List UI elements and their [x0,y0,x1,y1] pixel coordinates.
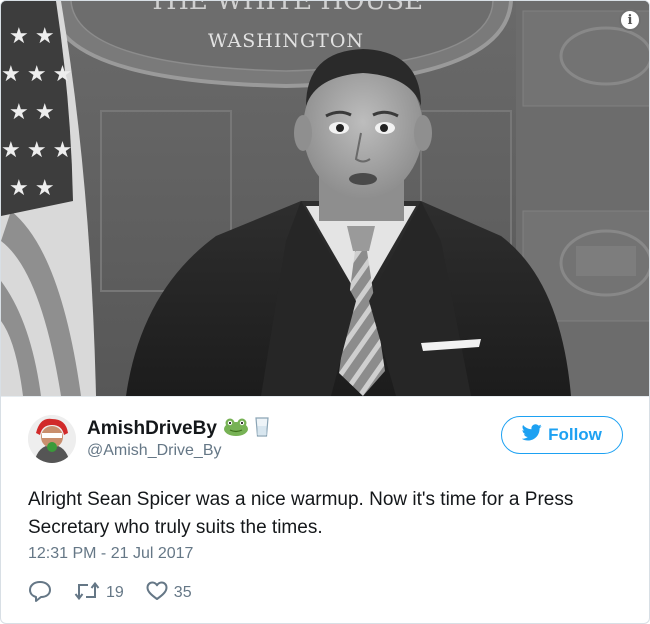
tweet-body: AmishDriveBy @Amish_Drive_By Follow Alri… [1,396,649,623]
reply-icon [28,580,52,607]
tweet-photo[interactable]: THE WHITE HOUSE WASHINGTON ★ ★ ★ ★ ★ ★ ★… [1,1,649,396]
glass-icon [255,416,269,442]
svg-text:★ ★: ★ ★ [9,175,55,200]
tweet-text-line-1: Alright Sean Spicer was a nice warmup. N… [28,489,574,510]
tweet-timestamp[interactable]: 12:31 PM - 21 Jul 2017 [28,545,193,563]
twitter-bird-icon [521,424,542,446]
frog-icon [223,418,249,441]
user-name-block[interactable]: AmishDriveBy @Amish_Drive_By [87,416,269,460]
tweet-actions: 19 35 [28,580,214,607]
svg-text:★ ★ ★: ★ ★ ★ [1,61,72,86]
press-briefing-photo: THE WHITE HOUSE WASHINGTON ★ ★ ★ ★ ★ ★ ★… [1,1,649,396]
tweet-text-line-2: Secretary who truly suits the times. [28,517,323,538]
retweet-icon [74,581,100,606]
svg-text:★ ★: ★ ★ [9,99,55,124]
like-count: 35 [173,584,192,601]
tweet-text: Alright Sean Spicer was a nice warmup. N… [28,486,628,542]
tweet-card: THE WHITE HOUSE WASHINGTON ★ ★ ★ ★ ★ ★ ★… [0,0,650,624]
retweet-button[interactable]: 19 [74,581,124,606]
follow-label: Follow [548,425,602,444]
retweet-count: 19 [106,584,124,601]
svg-text:★ ★: ★ ★ [9,23,55,48]
follow-button[interactable]: Follow [501,416,623,454]
seal-text: WASHINGTON [208,30,364,52]
info-icon[interactable]: i [619,9,641,31]
user-handle[interactable]: @Amish_Drive_By [87,442,269,460]
reply-button[interactable] [28,580,52,607]
display-name[interactable]: AmishDriveBy [87,418,217,440]
svg-text:★ ★ ★: ★ ★ ★ [1,137,72,162]
heart-icon [146,581,168,606]
like-button[interactable]: 35 [146,581,192,606]
seal-top-text: THE WHITE HOUSE [149,1,423,16]
avatar[interactable] [28,415,76,463]
